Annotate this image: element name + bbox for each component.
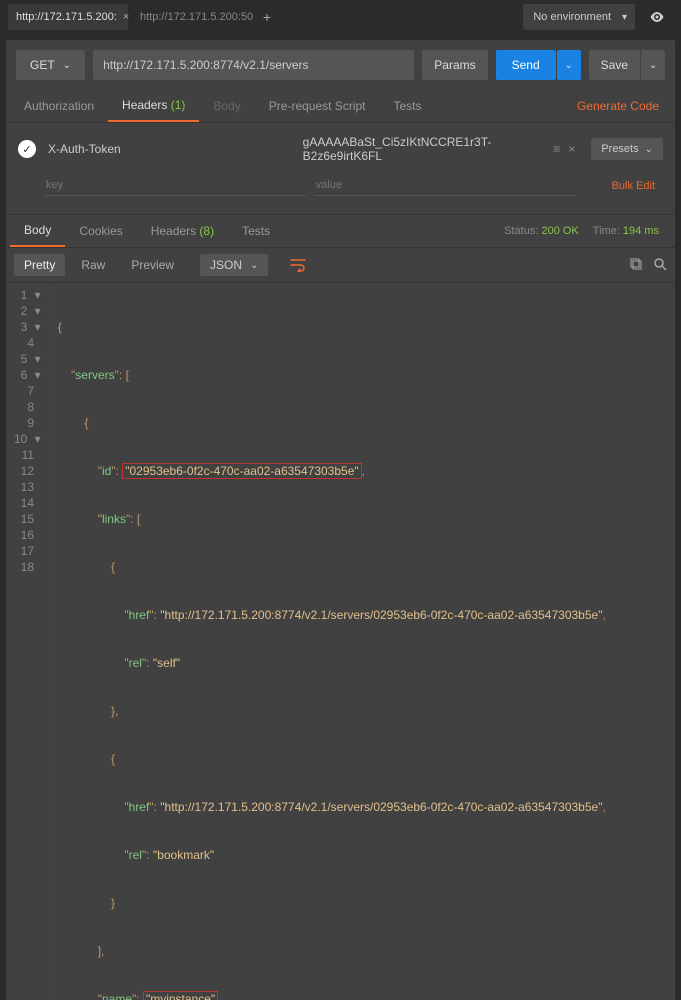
tab-label: http://172.171.5.200: [16,11,117,23]
new-header-key-input[interactable] [44,175,306,196]
remove-icon[interactable]: × [568,142,575,156]
chevron-down-icon: ⌄ [564,60,572,71]
new-header-value-input[interactable] [314,175,576,196]
tab-authorization[interactable]: Authorization [10,91,108,121]
time-label: Time: [593,225,620,237]
header-enabled-checkbox[interactable]: ✓ [18,140,36,158]
chevron-down-icon: ⌄ [645,144,653,155]
send-button[interactable]: Send [496,50,556,80]
time-block: Time: 194 ms [593,225,659,237]
chevron-down-icon: ⌄ [63,60,71,71]
view-pretty[interactable]: Pretty [14,254,65,276]
environment-label: No environment [533,11,611,23]
edit-icon[interactable]: ≡ [553,142,560,156]
resp-tab-cookies[interactable]: Cookies [65,216,136,246]
request-tab-inactive[interactable]: http://172.171.5.200:50 [132,4,252,30]
search-icon[interactable] [653,257,667,274]
params-button[interactable]: Params [422,50,487,80]
save-dropdown[interactable]: ⌄ [641,50,665,80]
format-select[interactable]: JSON ⌄ [200,254,268,276]
request-tab-active[interactable]: http://172.171.5.200: × [8,4,128,30]
send-dropdown[interactable]: ⌄ [557,50,581,80]
environment-select[interactable]: No environment [523,4,635,30]
chevron-down-icon: ⌄ [250,260,258,271]
resp-headers-count: (8) [199,224,214,238]
resp-tab-tests[interactable]: Tests [228,216,284,246]
bulk-edit-link[interactable]: Bulk Edit [612,180,655,192]
url-input[interactable] [93,50,414,80]
add-tab-button[interactable]: + [256,6,278,28]
view-raw[interactable]: Raw [71,254,115,276]
method-label: GET [30,58,55,72]
resp-tab-headers[interactable]: Headers (8) [137,216,228,246]
tab-tests[interactable]: Tests [379,91,435,121]
generate-code-link[interactable]: Generate Code [565,91,671,121]
resp-headers-label: Headers [151,224,196,238]
copy-icon[interactable] [629,257,643,274]
tab-headers-count: (1) [171,98,186,112]
status-block: Status: 200 OK [504,225,579,237]
view-preview[interactable]: Preview [121,254,184,276]
tab-headers[interactable]: Headers (1) [108,90,199,122]
chevron-down-icon: ⌄ [649,60,657,71]
tab-prerequest[interactable]: Pre-request Script [255,91,380,121]
response-body[interactable]: { "servers": [ { "id": "02953eb6-0f2c-47… [50,287,614,1000]
resp-tab-body[interactable]: Body [10,215,65,247]
format-label: JSON [210,258,242,272]
method-select[interactable]: GET ⌄ [16,50,85,80]
header-value[interactable]: gAAAAABaSt_Ci5zIKtNCCRE1r3T-B2z6e9irtK6F… [299,131,546,167]
environment-quicklook-icon[interactable] [641,4,673,30]
header-key[interactable]: X-Auth-Token [44,138,291,160]
tab-body[interactable]: Body [199,91,254,121]
presets-button[interactable]: Presets ⌄ [591,138,663,160]
tab-headers-label: Headers [122,98,167,112]
wrap-line-icon[interactable] [280,254,316,276]
presets-label: Presets [601,143,638,155]
line-gutter: 1 ▾ 2 ▾ 3 ▾ 4 5 ▾ 6 ▾ 7 8 9 10 ▾ 11 12 1… [6,287,50,1000]
tab-label: http://172.171.5.200:50 [140,11,253,23]
status-value: 200 OK [541,225,578,237]
status-label: Status: [504,225,538,237]
save-button[interactable]: Save [589,50,640,80]
close-icon[interactable]: × [123,11,129,23]
time-value: 194 ms [623,225,659,237]
